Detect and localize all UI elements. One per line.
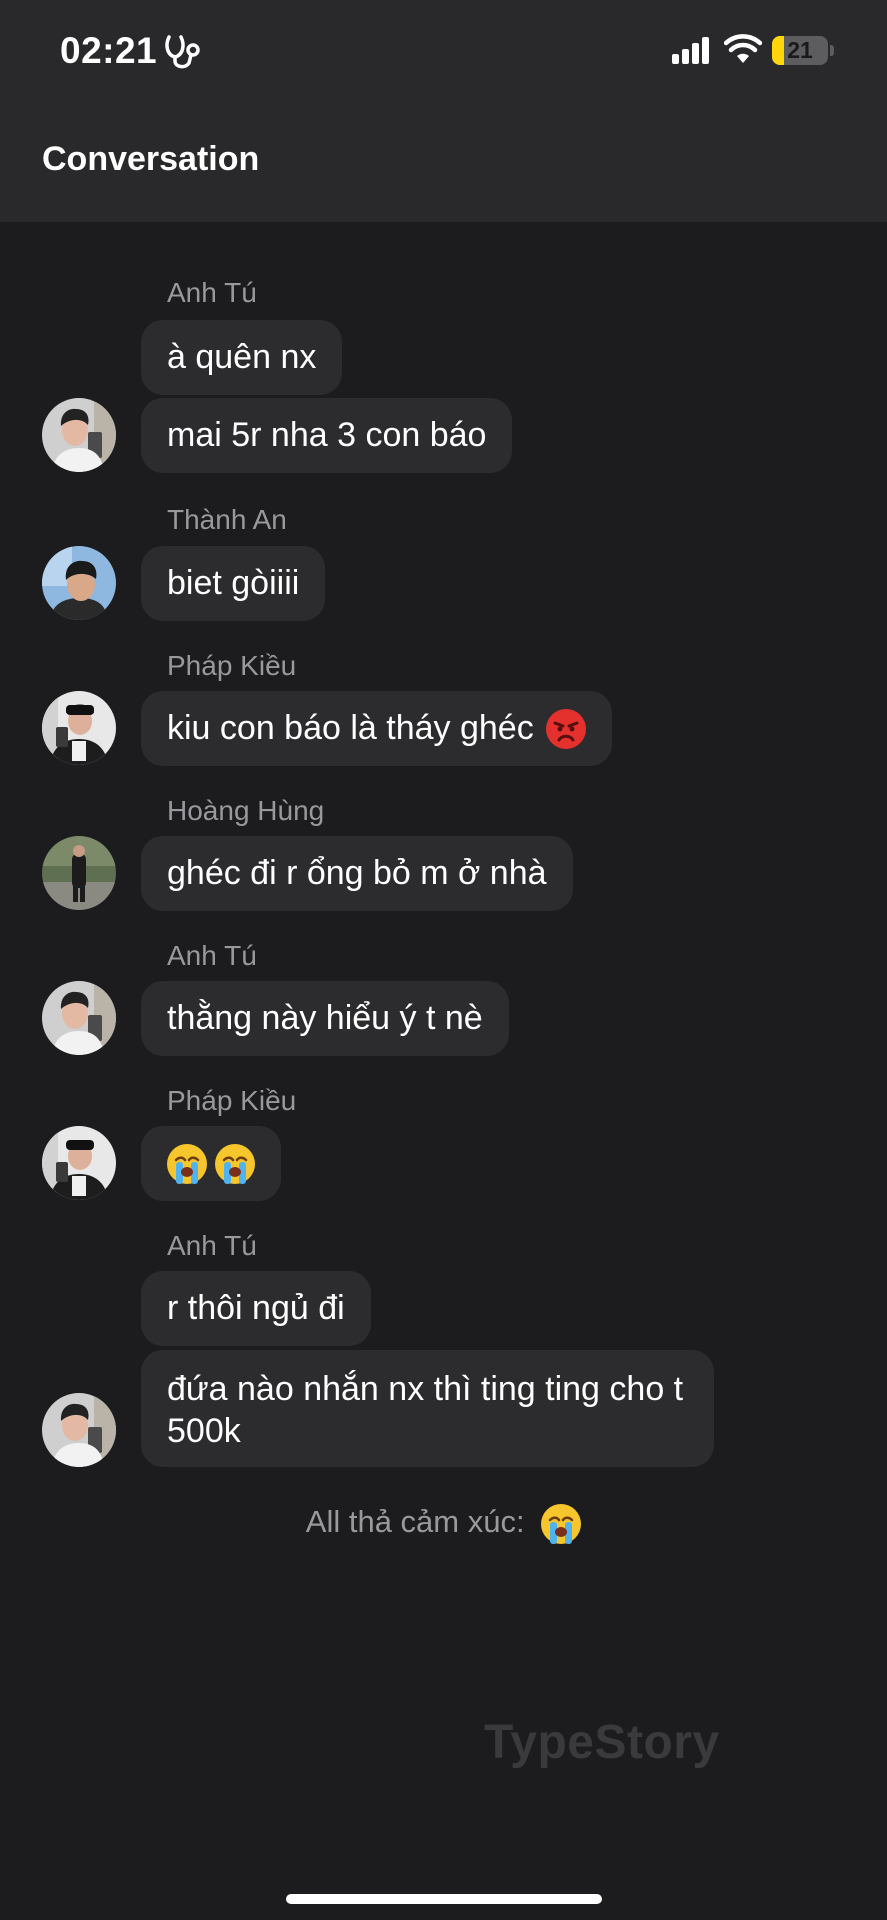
message-bubble[interactable]: ghéc đi r ổng bỏ m ở nhà (141, 836, 573, 911)
message-text: kiu con báo là tháy ghéc (167, 709, 534, 747)
message-bubble[interactable]: à quên nx (141, 320, 343, 395)
signal-icon (672, 37, 709, 64)
battery-cap (830, 45, 834, 56)
message-sender-name: Pháp Kiều (167, 650, 297, 681)
message-bubble[interactable]: r thôi ngủ đi (141, 1271, 371, 1346)
reaction-summary: All thả cảm xúc: (0, 1504, 887, 1544)
focus-icon (165, 35, 200, 69)
avatar[interactable] (42, 691, 116, 765)
status-time: 02:21 (60, 30, 158, 71)
page-title: Conversation (42, 140, 260, 178)
avatar[interactable] (42, 546, 116, 620)
avatar[interactable] (42, 1393, 116, 1467)
message-bubble[interactable]: kiu con báo là tháy ghéc (141, 691, 612, 766)
battery-level-text: 21 (787, 37, 813, 63)
avatar[interactable] (42, 981, 116, 1055)
message-sender-name: Pháp Kiều (167, 1085, 297, 1116)
message-bubble[interactable]: đứa nào nhắn nx thì ting ting cho t 500k (141, 1350, 714, 1467)
watermark-logo: TypeStory (484, 1716, 720, 1769)
battery-icon: 21 (772, 36, 828, 65)
avatar[interactable] (42, 1126, 116, 1200)
avatar[interactable] (42, 836, 116, 910)
message-bubble[interactable] (141, 1126, 281, 1201)
message-sender-name: Anh Tú (167, 940, 257, 971)
reaction-summary-text: All thả cảm xúc: (305, 1504, 525, 1540)
home-indicator[interactable] (286, 1894, 602, 1904)
message-sender-name: Anh Tú (167, 277, 257, 308)
top-bar: 02:21 21 Conversation (0, 0, 887, 222)
wifi-icon (724, 34, 762, 63)
message-bubble[interactable]: mai 5r nha 3 con báo (141, 398, 513, 473)
message-bubble[interactable]: thằng này hiểu ý t nè (141, 981, 509, 1056)
loudly-crying-face-emoji (215, 1143, 255, 1184)
message-bubble[interactable]: biet gòiiii (141, 546, 326, 621)
angry-face-emoji (545, 708, 586, 749)
message-sender-name: Hoàng Hùng (167, 795, 325, 826)
loudly-crying-face-emoji (541, 1504, 582, 1544)
message-sender-name: Thành An (167, 504, 287, 535)
loudly-crying-face-emoji (167, 1143, 207, 1184)
status-bar: 02:21 21 (0, 0, 887, 100)
avatar[interactable] (42, 398, 116, 472)
message-sender-name: Anh Tú (167, 1230, 257, 1261)
